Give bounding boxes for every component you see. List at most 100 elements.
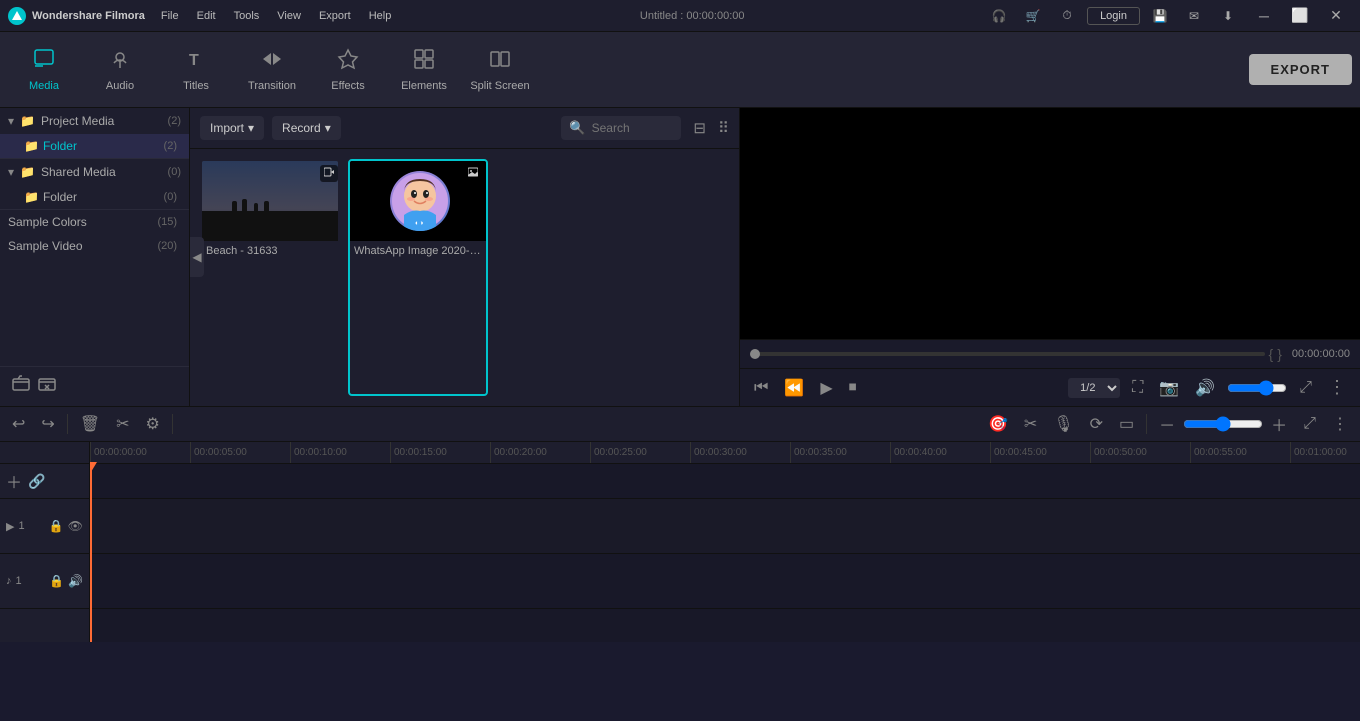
ruler-spacer xyxy=(0,442,89,464)
sidebar-item-sample-video[interactable]: Sample Video (20) xyxy=(0,234,189,258)
video-lock-icon[interactable]: 🔒 xyxy=(49,519,64,533)
audio-lock-icon[interactable]: 🔒 xyxy=(49,574,64,588)
auto-reframe-button[interactable]: ⟳ xyxy=(1086,412,1107,436)
zoom-slider[interactable] xyxy=(1183,416,1263,432)
sidebar-group-shared-media[interactable]: ▾ 📁 Shared Media (0) xyxy=(0,159,189,185)
tool-media[interactable]: Media xyxy=(8,36,80,104)
mail-icon[interactable]: ✉ xyxy=(1180,2,1208,30)
download-icon[interactable]: ⬇ xyxy=(1214,2,1242,30)
redo-button[interactable]: ↪ xyxy=(37,412,58,436)
maximize-button[interactable]: ⬜ xyxy=(1284,2,1316,30)
link-button[interactable]: 🔗 xyxy=(28,473,45,490)
step-back-button[interactable]: ⏮ xyxy=(750,377,772,399)
media-item-beach[interactable]: Beach - 31633 xyxy=(200,159,340,396)
audio-track-row xyxy=(90,554,1360,609)
fit-button[interactable]: ⤢ xyxy=(1299,413,1320,435)
tool-elements[interactable]: Elements xyxy=(388,36,460,104)
tool-splitscreen[interactable]: Split Screen xyxy=(464,36,536,104)
tool-titles[interactable]: T Titles xyxy=(160,36,232,104)
svg-text:◐◑: ◐◑ xyxy=(415,220,423,227)
menu-file[interactable]: File xyxy=(153,8,187,24)
timeline-right-tools: 🎯 ✂ 🎙 ⟳ ▭ － ＋ ⤢ ⋮ xyxy=(984,410,1352,438)
undo-button[interactable]: ↩ xyxy=(8,412,29,436)
window-title: Untitled : 00:00:00:00 xyxy=(640,10,745,22)
more-tools-button[interactable]: ⋮ xyxy=(1328,412,1352,436)
frame-back-button[interactable]: ⏪ xyxy=(780,376,808,400)
sidebar-item-sample-colors[interactable]: Sample Colors (15) xyxy=(0,210,189,234)
expand-button[interactable]: ⤢ xyxy=(1295,377,1316,399)
menu-export[interactable]: Export xyxy=(311,8,359,24)
login-button[interactable]: Login xyxy=(1087,7,1140,25)
ratio-select[interactable]: 1/2 1/1 1/4 xyxy=(1068,378,1120,398)
media-toolbar: Import ▾ Record ▾ 🔍 ⊟ ⠿ xyxy=(190,108,739,149)
sidebar-item-shared-folder-label: Folder xyxy=(43,190,77,204)
menu-bar: File Edit Tools View Export Help xyxy=(153,8,399,24)
record-button[interactable]: Record ▾ xyxy=(272,116,341,140)
fullscreen-button[interactable]: ⛶ xyxy=(1128,377,1147,399)
svg-text:T: T xyxy=(189,52,199,69)
main-toolbar: Media Audio T Titles Transition Effects … xyxy=(0,32,1360,108)
tool-transition[interactable]: Transition xyxy=(236,36,308,104)
filter-icon[interactable]: ⊟ xyxy=(693,119,706,137)
headphones-icon[interactable]: 🎧 xyxy=(985,2,1013,30)
search-input[interactable] xyxy=(592,121,672,135)
media-item-whatsapp[interactable]: ◐◑ WhatsApp Image 2020-1... xyxy=(348,159,488,396)
menu-edit[interactable]: Edit xyxy=(189,8,224,24)
adjust-button[interactable]: ⚙ xyxy=(142,412,164,436)
sidebar-item-folder[interactable]: 📁 Folder (2) xyxy=(0,134,189,158)
sidebar-group-project-media[interactable]: ▾ 📁 Project Media (2) xyxy=(0,108,189,134)
track-labels: ＋ 🔗 ▶ 1 🔒 👁 ♪ 1 🔒 🔊 xyxy=(0,442,90,642)
stop-button[interactable]: ⏹ xyxy=(845,377,861,399)
titles-icon: T xyxy=(185,48,207,76)
import-button[interactable]: Import ▾ xyxy=(200,116,264,140)
caption-button[interactable]: ▭ xyxy=(1115,412,1138,436)
video-eye-icon[interactable]: 👁 xyxy=(68,519,83,533)
menu-help[interactable]: Help xyxy=(361,8,400,24)
audio-icon xyxy=(109,48,131,76)
volume-button[interactable]: 🔊 xyxy=(1191,376,1219,400)
clock-icon[interactable]: ⏱ xyxy=(1053,2,1081,30)
menu-tools[interactable]: Tools xyxy=(226,8,268,24)
sample-colors-count: (15) xyxy=(157,216,177,228)
close-button[interactable]: ✕ xyxy=(1320,2,1352,30)
cart-icon[interactable]: 🛒 xyxy=(1019,2,1047,30)
ruler-mark-1: 00:00:05:00 xyxy=(190,442,290,463)
folder-icon: 📁 xyxy=(20,114,35,128)
add-folder-button[interactable] xyxy=(12,375,30,398)
minimize-button[interactable]: ─ xyxy=(1248,2,1280,30)
add-media-button[interactable]: ＋ xyxy=(6,469,22,493)
preview-progress-bar[interactable] xyxy=(750,352,1265,356)
grid-view-icon[interactable]: ⠿ xyxy=(718,119,729,137)
audio-volume-icon[interactable]: 🔊 xyxy=(68,574,83,588)
playhead[interactable] xyxy=(90,464,92,642)
menu-view[interactable]: View xyxy=(269,8,309,24)
voice-detect-button[interactable]: 🎙 xyxy=(1049,412,1077,436)
volume-slider[interactable] xyxy=(1227,380,1287,396)
zoom-out-button[interactable]: － xyxy=(1155,410,1179,438)
ruler-mark-12: 00:01:00:00 xyxy=(1290,442,1360,463)
bracket-close-icon: } xyxy=(1277,346,1282,362)
sidebar-collapse-button[interactable]: ◀ xyxy=(190,237,204,277)
folder-icon-small: 📁 xyxy=(24,139,39,153)
playhead-handle xyxy=(90,462,97,472)
tool-effects[interactable]: Effects xyxy=(312,36,384,104)
sidebar-section-project-media: ▾ 📁 Project Media (2) 📁 Folder (2) xyxy=(0,108,189,159)
save-icon[interactable]: 💾 xyxy=(1146,2,1174,30)
sidebar-group-project-media-label: Project Media xyxy=(41,114,114,128)
sidebar-item-shared-folder[interactable]: 📁 Folder (0) xyxy=(0,185,189,209)
motion-track-button[interactable]: 🎯 xyxy=(984,412,1012,436)
avatar-image: ◐◑ xyxy=(390,171,450,231)
export-button[interactable]: EXPORT xyxy=(1249,54,1352,85)
tool-audio[interactable]: Audio xyxy=(84,36,156,104)
delete-button[interactable]: 🗑 xyxy=(76,412,104,436)
screenshot-button[interactable]: 📷 xyxy=(1155,376,1183,400)
zoom-in-button[interactable]: ＋ xyxy=(1267,410,1291,438)
remove-folder-button[interactable] xyxy=(38,375,56,398)
more-button[interactable]: ⋮ xyxy=(1324,375,1350,400)
cut-button[interactable]: ✂ xyxy=(112,412,133,436)
chevron-down-icon-2: ▾ xyxy=(8,165,14,179)
play-button[interactable]: ▶ xyxy=(816,376,836,400)
ai-cutout-button[interactable]: ✂ xyxy=(1020,412,1041,436)
timeline-ruler[interactable]: 00:00:00:00 00:00:05:00 00:00:10:00 00:0… xyxy=(90,442,1360,464)
titlebar-left: Wondershare Filmora File Edit Tools View… xyxy=(8,7,399,25)
